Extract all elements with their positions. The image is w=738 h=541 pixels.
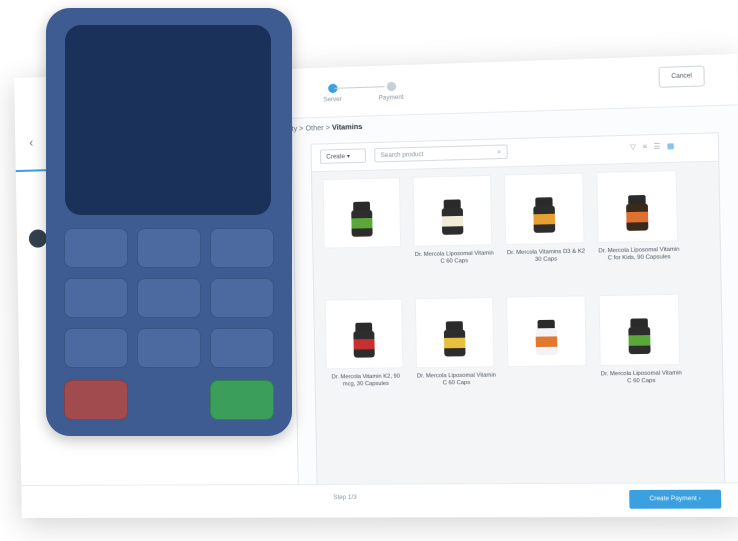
keypad-key[interactable] [64, 228, 128, 268]
bottle-icon [533, 197, 555, 233]
back-arrow-icon[interactable]: ‹ [29, 136, 33, 150]
card-terminal [46, 8, 292, 436]
confirm-key[interactable] [210, 380, 274, 420]
search-input[interactable]: Search product ⌕ [374, 144, 508, 162]
product-image [415, 297, 495, 368]
product-card[interactable] [322, 177, 404, 294]
product-name: Dr. Mercola Liposomal Vitamin C for Kids… [598, 247, 681, 263]
step-dot [386, 82, 396, 92]
product-name: Dr. Mercola Liposomal Vitamin C 60 Caps [416, 372, 497, 387]
bottle-icon [626, 195, 648, 231]
grid-view-icon[interactable]: ▦ [667, 143, 681, 151]
product-image [596, 170, 678, 243]
chevron-right-icon: › [699, 496, 701, 502]
cancel-button[interactable]: Cancel [658, 65, 704, 87]
keypad-key[interactable] [137, 328, 201, 368]
keypad-key[interactable] [137, 278, 201, 318]
product-card[interactable]: Dr. Mercola Vitamin K2, 90 mcg, 30 Capsu… [325, 298, 407, 414]
breadcrumb-other[interactable]: Other [305, 125, 323, 133]
chevron-down-icon: ▾ [347, 154, 350, 160]
view-switcher: ▽≡☰▦ [630, 142, 681, 152]
product-grid: Dr. Mercola Liposomal Vitamin C 60 Caps D… [322, 170, 683, 414]
bottle-icon [442, 199, 464, 235]
stepper-step-payment[interactable]: Payment [359, 81, 422, 103]
list-view-icon[interactable]: ≡ [642, 143, 653, 151]
create-dropdown[interactable]: Create ▾ [320, 148, 366, 164]
keypad-key[interactable] [210, 228, 274, 268]
terminal-screen [65, 25, 271, 215]
create-payment-button[interactable]: Create Payment › [629, 490, 721, 509]
keypad-key[interactable] [210, 328, 274, 368]
breadcrumb-prefix[interactable]: ty [291, 126, 297, 133]
keypad-key[interactable] [64, 328, 128, 368]
product-image [598, 294, 680, 366]
keypad-key[interactable] [137, 228, 201, 268]
create-payment-label: Create Payment [649, 496, 697, 502]
product-toolbar: Create ▾ Search product ⌕ ▽≡☰▦ [311, 133, 718, 172]
bottle-icon [628, 318, 650, 354]
cancel-key[interactable] [64, 380, 128, 420]
search-icon: ⌕ [497, 146, 501, 161]
breadcrumb-separator: > [326, 125, 330, 132]
bottle-icon [444, 321, 466, 356]
product-name: Dr. Mercola Vitamin K2, 90 mcg, 30 Capsu… [326, 373, 406, 388]
product-card[interactable]: Dr. Mercola Liposomal Vitamin C 60 Caps [598, 294, 683, 412]
keypad-key[interactable] [210, 278, 274, 318]
product-name: Dr. Mercola Liposomal Vitamin C 60 Caps [414, 250, 495, 266]
avatar [29, 229, 47, 247]
product-name: Dr. Mercola Liposomal Vitamin C 60 Caps [600, 370, 683, 386]
product-image [504, 173, 585, 245]
product-image [413, 175, 493, 247]
breadcrumb-current: Vitamins [332, 124, 362, 132]
bottle-icon [535, 320, 557, 356]
stepper-step-server[interactable]: Server [301, 83, 364, 104]
step-counter: Step 1/3 [333, 495, 356, 501]
bottle-icon [351, 202, 373, 237]
product-card[interactable]: Dr. Mercola Vitamins D3 & K2 30 Caps [504, 172, 588, 290]
product-image [322, 177, 401, 248]
product-name [507, 371, 589, 372]
product-image [325, 298, 404, 369]
dropdown-label: Create [326, 154, 345, 161]
product-browser: Create ▾ Search product ⌕ ▽≡☰▦ Dr. Merco… [310, 132, 725, 485]
filter-icon[interactable]: ▽ [630, 144, 643, 152]
breadcrumb-separator: > [299, 126, 303, 133]
product-card[interactable]: Dr. Mercola Liposomal Vitamin C 60 Caps [413, 175, 496, 292]
product-name [324, 252, 404, 254]
app-footer: Step 1/3 Create Payment › [21, 482, 738, 518]
bottle-icon [353, 323, 375, 358]
product-name: Dr. Mercola Vitamins D3 & K2 30 Caps [505, 248, 587, 264]
breadcrumb: ty > Other > Vitamins [291, 124, 362, 133]
step-label: Payment [379, 95, 404, 102]
product-image [506, 295, 587, 367]
keypad-key[interactable] [64, 278, 128, 318]
product-card[interactable]: Dr. Mercola Liposomal Vitamin C 60 Caps [415, 297, 498, 414]
search-placeholder: Search product [381, 152, 424, 159]
product-card[interactable] [506, 295, 590, 412]
step-label: Server [323, 97, 342, 104]
compact-view-icon[interactable]: ☰ [653, 143, 667, 151]
product-card[interactable]: Dr. Mercola Liposomal Vitamin C for Kids… [596, 170, 681, 289]
